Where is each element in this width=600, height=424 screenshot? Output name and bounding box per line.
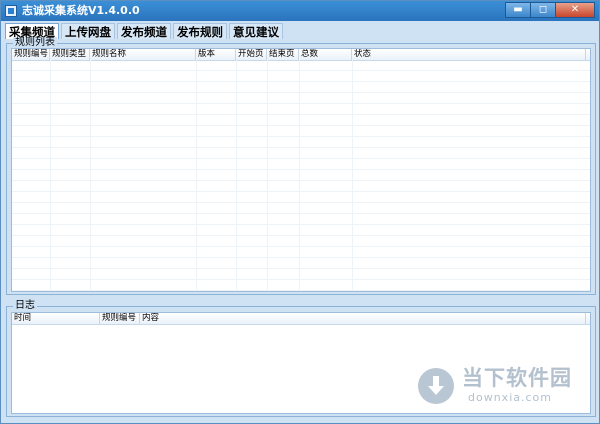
- tab-upload-netdisk[interactable]: 上传网盘: [61, 23, 115, 39]
- column-rule-type[interactable]: 规则类型: [50, 49, 90, 60]
- grid-line-horizontal: [12, 169, 590, 170]
- grid-line-horizontal: [12, 125, 590, 126]
- tab-publish-rules[interactable]: 发布规则: [173, 23, 227, 39]
- close-button[interactable]: ✕: [555, 2, 595, 18]
- grid-line-horizontal: [12, 180, 590, 181]
- column-log-time[interactable]: 时间: [12, 313, 100, 324]
- window-controls: ▬ ◻ ✕: [505, 2, 595, 18]
- rule-list-view[interactable]: 规则编号 规则类型 规则名称 版本 开始页 结束页 总数 状态: [11, 48, 591, 292]
- column-rule-name[interactable]: 规则名称: [90, 49, 196, 60]
- grid-line-horizontal: [12, 70, 590, 71]
- minimize-button[interactable]: ▬: [505, 2, 531, 18]
- column-end-page[interactable]: 结束页: [267, 49, 299, 60]
- download-arrow-icon: [418, 368, 454, 404]
- main-window: 志诚采集系统V1.4.0.0 ▬ ◻ ✕ 采集频道 上传网盘 发布频道 发布规则…: [0, 0, 600, 424]
- maximize-button[interactable]: ◻: [530, 2, 556, 18]
- column-version[interactable]: 版本: [196, 49, 236, 60]
- grid-line-horizontal: [12, 246, 590, 247]
- column-log-content[interactable]: 内容: [140, 313, 586, 324]
- grid-line-horizontal: [12, 191, 590, 192]
- column-rule-id[interactable]: 规则编号: [12, 49, 50, 60]
- title-bar[interactable]: 志诚采集系统V1.4.0.0 ▬ ◻ ✕: [1, 1, 599, 21]
- tab-feedback[interactable]: 意见建议: [229, 23, 283, 39]
- grid-line-horizontal: [12, 81, 590, 82]
- grid-line-horizontal: [12, 257, 590, 258]
- grid-line-horizontal: [12, 158, 590, 159]
- grid-line-horizontal: [12, 103, 590, 104]
- rule-list-body[interactable]: [12, 60, 590, 291]
- rule-list-group: 规则列表 规则编号 规则类型 规则名称 版本 开始页 结束页 总数 状态: [6, 37, 596, 295]
- watermark: 当下软件园 downxia.com: [418, 366, 593, 412]
- column-log-rule-id[interactable]: 规则编号: [100, 313, 140, 324]
- grid-line-horizontal: [12, 224, 590, 225]
- column-total[interactable]: 总数: [299, 49, 352, 60]
- grid-line-horizontal: [12, 279, 590, 280]
- grid-line-horizontal: [12, 114, 590, 115]
- grid-line-horizontal: [12, 235, 590, 236]
- grid-line-horizontal: [12, 268, 590, 269]
- window-title: 志诚采集系统V1.4.0.0: [22, 4, 140, 17]
- log-label: 日志: [13, 300, 37, 312]
- column-status[interactable]: 状态: [352, 49, 586, 60]
- grid-line-horizontal: [12, 213, 590, 214]
- grid-line-horizontal: [12, 290, 590, 291]
- watermark-main: 当下软件园: [462, 366, 572, 390]
- app-icon: [5, 5, 17, 17]
- grid-line-horizontal: [12, 136, 590, 137]
- grid-line-horizontal: [12, 92, 590, 93]
- tab-publish-channel[interactable]: 发布频道: [117, 23, 171, 39]
- grid-line-horizontal: [12, 202, 590, 203]
- column-start-page[interactable]: 开始页: [236, 49, 267, 60]
- watermark-sub: downxia.com: [468, 391, 552, 404]
- grid-line-horizontal: [12, 147, 590, 148]
